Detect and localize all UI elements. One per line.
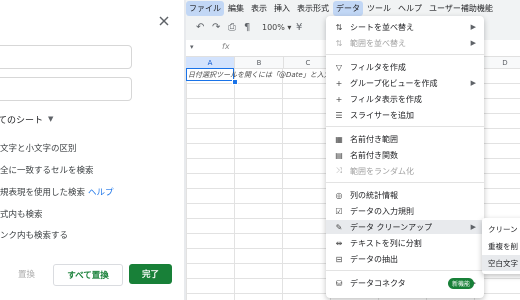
column-header-b[interactable]: B <box>235 57 284 68</box>
menu-item-label: データの抽出 <box>350 254 398 264</box>
spreadsheet-window: ファイル 編集 表示 挿入 表示形式 データ ツール ヘルプ ユーザー補助機能 … <box>186 0 520 300</box>
menu-item-label: 名前付き関数 <box>350 150 398 160</box>
submenu-item-trim-whitespace[interactable]: 空白文字 <box>482 255 520 271</box>
menu-tools[interactable]: ツール <box>364 1 394 16</box>
match-entire-cell-option[interactable]: 全に一致するセルを検索 <box>0 164 94 176</box>
currency-icon[interactable]: ¥ <box>296 22 302 33</box>
menu-item-named-ranges[interactable]: ▦ 名前付き範囲 <box>326 132 484 146</box>
data-connector-icon: ⛁ <box>335 278 343 288</box>
sort-icon: ⇅ <box>335 22 343 32</box>
match-case-option[interactable]: 文字と小文字の区別 <box>0 142 77 154</box>
menu-format[interactable]: 表示形式 <box>294 1 332 16</box>
replace-button[interactable]: 置換 <box>18 268 35 280</box>
menu-item-filter-view[interactable]: + フィルタ表示を作成 <box>326 92 484 106</box>
menu-item-label: 範囲を並べ替え <box>350 38 406 48</box>
menu-item-named-functions[interactable]: ▤ 名前付き関数 <box>326 148 484 162</box>
cleanup-icon: ✎ <box>335 222 343 232</box>
menu-item-create-filter[interactable]: ▽ フィルタを作成 <box>326 60 484 74</box>
redo-icon[interactable]: ↷ <box>212 22 220 33</box>
regex-option-label: 規表現を使用した検索 <box>0 188 86 198</box>
replace-all-button[interactable]: すべて置換 <box>53 264 123 286</box>
search-formulas-option[interactable]: 式内も検索 <box>0 208 43 220</box>
menu-item-label: データコネクタ <box>350 278 406 288</box>
filter-icon: ▽ <box>335 62 343 72</box>
menu-accessibility[interactable]: ユーザー補助機能 <box>426 1 496 16</box>
group-view-icon: + <box>335 78 343 88</box>
column-header-d[interactable]: D <box>490 57 520 68</box>
slicer-icon: ☰ <box>335 110 343 120</box>
menu-item-sort-sheet[interactable]: ⇅ シートを並べ替え ▶ <box>326 20 484 34</box>
menu-item-label: テキストを列に分割 <box>350 238 422 248</box>
split-text-icon: ⇹ <box>335 238 343 248</box>
named-range-icon: ▦ <box>335 134 343 144</box>
menu-help[interactable]: ヘルプ <box>395 1 425 16</box>
print-icon[interactable]: ⎙ <box>228 22 236 33</box>
done-button[interactable]: 完了 <box>129 264 172 284</box>
fx-label: fx <box>222 42 230 51</box>
menu-separator <box>326 126 484 127</box>
chevron-down-icon: ▼ <box>48 115 54 123</box>
menu-item-label: データ クリーンアップ <box>350 222 433 232</box>
sort-range-icon: ⇅ <box>335 38 343 48</box>
chevron-right-icon: ▶ <box>470 223 476 231</box>
zoom-select[interactable]: 100% ▾ <box>262 23 291 32</box>
menu-item-data-extraction[interactable]: ⊟ データの抽出 <box>326 252 484 266</box>
data-cleanup-submenu: クリーン 重複を削 空白文字 <box>482 218 520 274</box>
find-input[interactable] <box>0 45 132 69</box>
menu-separator <box>326 270 484 271</box>
menu-item-group-view[interactable]: + グループ化ビューを作成 ▶ <box>326 76 484 90</box>
menu-item-column-stats[interactable]: ◎ 列の統計情報 <box>326 188 484 202</box>
chevron-right-icon: ▶ <box>470 39 476 47</box>
undo-icon[interactable]: ↶ <box>196 22 204 33</box>
menu-separator <box>326 182 484 183</box>
menu-data[interactable]: データ <box>333 0 363 16</box>
search-scope-label: てのシート <box>0 115 44 126</box>
menu-item-label: データの入力規則 <box>350 206 414 216</box>
menu-bar: ファイル 編集 表示 挿入 表示形式 データ ツール ヘルプ ユーザー補助機能 <box>186 0 520 16</box>
menu-item-data-cleanup[interactable]: ✎ データ クリーンアップ ▶ <box>326 220 484 234</box>
menu-item-split-text[interactable]: ⇹ テキストを列に分割 <box>326 236 484 250</box>
menu-item-add-slicer[interactable]: ☰ スライサーを追加 <box>326 108 484 122</box>
search-scope-select[interactable]: てのシート ▼ <box>0 110 53 128</box>
zoom-value: 100% <box>262 23 285 32</box>
chevron-right-icon: ▶ <box>470 79 476 87</box>
menu-item-label: 名前付き範囲 <box>350 134 398 144</box>
menu-insert[interactable]: 挿入 <box>271 1 293 16</box>
menu-item-label: 列の統計情報 <box>350 190 398 200</box>
submenu-item-remove-duplicates[interactable]: 重複を削 <box>482 238 520 254</box>
regex-option[interactable]: 規表現を使用した検索 ヘルプ <box>0 186 114 198</box>
chevron-right-icon: ▶ <box>470 23 476 31</box>
column-header-a[interactable]: A <box>186 57 235 68</box>
new-badge: 新機能 <box>448 278 475 289</box>
filter-view-icon: + <box>335 94 343 104</box>
named-function-icon: ▤ <box>335 150 343 160</box>
help-link[interactable]: ヘルプ <box>88 188 114 198</box>
search-links-option[interactable]: ンク内も検索する <box>0 229 68 241</box>
menu-item-label: 範囲をランダム化 <box>350 166 414 176</box>
menu-separator <box>326 54 484 55</box>
menu-view[interactable]: 表示 <box>248 1 270 16</box>
column-stats-icon: ◎ <box>335 190 343 200</box>
find-replace-dialog: てのシート ▼ 文字と小文字の区別 全に一致するセルを検索 規表現を使用した検索… <box>0 0 184 300</box>
close-icon[interactable] <box>157 14 171 28</box>
menu-file[interactable]: ファイル <box>186 0 224 16</box>
menu-item-label: スライサーを追加 <box>350 110 414 120</box>
menu-item-randomize-range[interactable]: ⤨ 範囲をランダム化 <box>326 164 484 178</box>
menu-item-data-validation[interactable]: ☑ データの入力規則 <box>326 204 484 218</box>
menu-item-label: グループ化ビューを作成 <box>350 78 438 88</box>
extract-icon: ⊟ <box>335 254 343 264</box>
randomize-icon: ⤨ <box>335 166 343 175</box>
menu-edit[interactable]: 編集 <box>225 1 247 16</box>
menu-item-label: フィルタ表示を作成 <box>350 94 422 104</box>
name-box-chevron-icon[interactable]: ▾ <box>190 43 194 51</box>
data-menu: ⇅ シートを並べ替え ▶ ⇅ 範囲を並べ替え ▶ ▽ フィルタを作成 + グループ化ビューを… <box>326 16 484 298</box>
menu-item-label: シートを並べ替え <box>350 22 414 32</box>
submenu-item-cleanup-suggestions[interactable]: クリーン <box>482 221 520 237</box>
menu-item-sort-range[interactable]: ⇅ 範囲を並べ替え ▶ <box>326 36 484 50</box>
paint-format-icon[interactable]: ¶ <box>244 22 250 33</box>
menu-item-label: フィルタを作成 <box>350 62 406 72</box>
data-validation-icon: ☑ <box>335 206 343 216</box>
replace-input[interactable] <box>0 77 132 101</box>
